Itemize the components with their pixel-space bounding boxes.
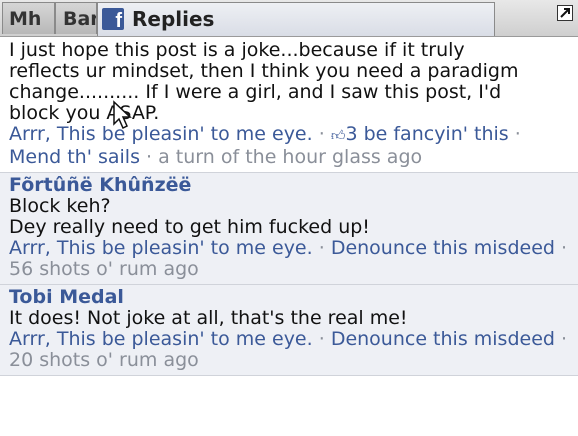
like-link[interactable]: Arrr, This be pleasin' to me eye.	[9, 237, 313, 259]
replies-list: I just hope this post is a joke...becaus…	[0, 37, 578, 376]
thumbs-up-icon: 👍︎	[330, 128, 346, 144]
timestamp: 56 shots o' rum ago	[9, 258, 199, 280]
like-link[interactable]: Arrr, This be pleasin' to me eye.	[9, 328, 313, 350]
separator: ·	[318, 123, 325, 145]
reply-text-line: I just hope this post is a joke...becaus…	[9, 39, 465, 61]
reply-text-line: reflects ur mindset, then I think you ne…	[9, 60, 519, 82]
tab-bar-label: Bar	[63, 8, 97, 30]
reply-text-line: change.......... If I were a girl, and I…	[9, 81, 502, 103]
facebook-icon-glyph: f	[115, 10, 122, 30]
timestamp: a turn of the hour glass ago	[158, 146, 423, 168]
separator: ·	[318, 328, 325, 350]
reply-text-line: Dey really need to get him fucked up!	[9, 216, 370, 238]
separator: ·	[561, 328, 568, 350]
edit-link[interactable]: Mend th' sails	[9, 146, 140, 168]
likes-count-link[interactable]: 👍︎3 be fancyin' this	[331, 123, 509, 145]
mouse-cursor-icon	[113, 100, 132, 130]
report-link[interactable]: Denounce this misdeed	[331, 237, 555, 259]
reply-text-line: Block keh?	[9, 195, 111, 217]
tab-replies[interactable]: f Replies	[97, 2, 495, 36]
reply-text-line: block you ASAP.	[9, 102, 160, 124]
reply-actions: Arrr, This be pleasin' to me eye. · Deno…	[9, 238, 569, 280]
tab-bar[interactable]: Bar	[55, 2, 97, 34]
reply-item: I just hope this post is a joke...becaus…	[0, 37, 578, 173]
like-link[interactable]: Arrr, This be pleasin' to me eye.	[9, 123, 313, 145]
likes-count-label: 3 be fancyin' this	[345, 123, 509, 145]
separator: ·	[318, 237, 325, 259]
tab-mh[interactable]: Mh	[2, 2, 55, 34]
reply-actions: Arrr, This be pleasin' to me eye. · 👍︎3 …	[9, 124, 569, 168]
tab-mh-label: Mh	[9, 8, 42, 30]
expand-icon[interactable]	[557, 5, 573, 21]
timestamp: 20 shots o' rum ago	[9, 349, 199, 371]
reply-item: Fõrtûñë Khûñzëë Block keh? Dey really ne…	[0, 173, 578, 285]
separator: ·	[146, 146, 153, 168]
author-link[interactable]: Tobi Medal	[9, 287, 569, 308]
separator: ·	[514, 123, 521, 145]
separator: ·	[561, 237, 568, 259]
reply-item: Tobi Medal It does! Not joke at all, tha…	[0, 285, 578, 376]
page-title: Replies	[132, 7, 215, 31]
report-link[interactable]: Denounce this misdeed	[331, 328, 555, 350]
reply-text-line: It does! Not joke at all, that's the rea…	[9, 307, 408, 329]
author-link[interactable]: Fõrtûñë Khûñzëë	[9, 175, 569, 196]
reply-actions: Arrr, This be pleasin' to me eye. · Deno…	[9, 329, 569, 371]
title-bar: Mh Bar f Replies	[0, 0, 578, 37]
facebook-icon: f	[102, 8, 124, 30]
